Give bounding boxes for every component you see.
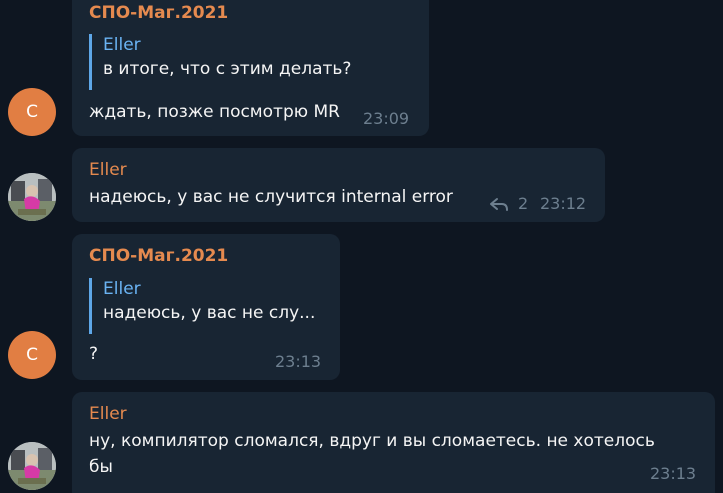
message-text: надеюсь, у вас не случится internal erro… xyxy=(89,187,453,207)
message-time: 23:13 xyxy=(275,352,322,371)
avatar[interactable]: C xyxy=(8,331,56,379)
message-text: ждать, позже посмотрю MR xyxy=(89,102,340,122)
message-author[interactable]: СПО-Маг.2021 xyxy=(89,246,228,266)
message-text: ? xyxy=(89,344,99,364)
reply-arrow-icon xyxy=(490,197,508,211)
photo-image xyxy=(8,442,56,490)
reply-quote[interactable]: Eller надеюсь, у вас не слу... xyxy=(89,278,315,334)
message-author[interactable]: Eller xyxy=(89,404,127,424)
message-time: 23:13 xyxy=(650,464,697,483)
avatar[interactable]: C xyxy=(8,88,56,136)
reply-author: Eller xyxy=(103,279,141,299)
user-photo-avatar[interactable] xyxy=(8,442,56,490)
reply-quote[interactable]: Eller в итоге, что с этим делать? xyxy=(89,34,351,90)
message-text-line: бы xyxy=(89,457,113,477)
message-author[interactable]: Eller xyxy=(89,160,127,180)
message-text-line: ну, компилятор сломался, вдруг и вы слом… xyxy=(89,431,655,451)
chat-history[interactable]: СПО-Маг.2021 Eller в итоге, что с этим д… xyxy=(0,0,723,493)
message-time: 23:09 xyxy=(363,109,410,128)
user-photo-avatar[interactable] xyxy=(8,173,56,221)
replies-counter[interactable]: 2 xyxy=(488,194,528,213)
reply-author: Eller xyxy=(103,35,141,55)
reply-text: в итоге, что с этим делать? xyxy=(103,59,352,79)
message-time: 23:12 xyxy=(540,194,587,213)
message-author[interactable]: СПО-Маг.2021 xyxy=(89,3,228,23)
photo-image xyxy=(8,173,56,221)
replies-count: 2 xyxy=(518,194,529,213)
reply-text: надеюсь, у вас не слу... xyxy=(103,303,316,323)
